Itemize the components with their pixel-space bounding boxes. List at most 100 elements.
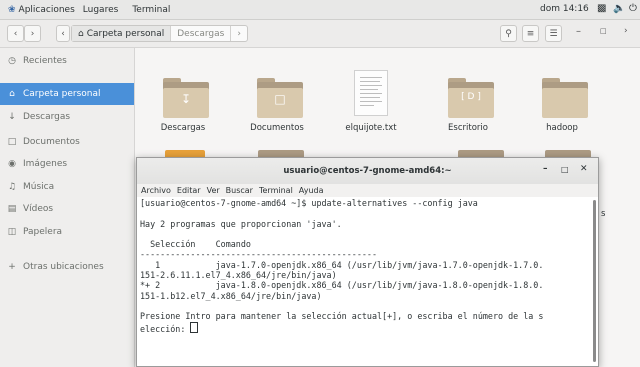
terminal-line: [usuario@centos-7-gnome-amd64 ~]$ update… <box>140 198 478 208</box>
sidebar-item-label: Otras ubicaciones <box>23 262 104 272</box>
places-label: Lugares <box>82 4 119 15</box>
sidebar-item-documentos[interactable]: □ Documentos <box>0 131 134 153</box>
terminal-menubar: Archivo Editar Ver Buscar Terminal Ayuda <box>137 184 598 197</box>
terminal-line: elección: <box>140 323 191 334</box>
hamburger-icon: ☰ <box>549 28 558 39</box>
power-icon[interactable]: ⏻ <box>629 3 637 14</box>
crumb-home-label: Carpeta personal <box>86 28 165 39</box>
terminal-line: *+ 2 java-1.8.0-openjdk.x86_64 (/usr/lib… <box>140 280 544 291</box>
text-file-icon <box>354 70 388 116</box>
sidebar-item-otras-ubicaciones[interactable]: + Otras ubicaciones <box>0 256 134 278</box>
folder-desktop-icon: [ D ] <box>448 78 494 118</box>
file-item-elquijote[interactable]: elquijote.txt <box>331 70 411 158</box>
sidebar-item-label: Descargas <box>23 112 71 122</box>
terminal-window[interactable]: usuario@centos-7-gnome-amd64:~ – □ ✕ Arc… <box>136 157 599 367</box>
folder-documents-icon: □ <box>257 78 303 118</box>
back-button[interactable]: ‹ <box>7 25 24 42</box>
file-item-descargas[interactable]: ↧ Descargas <box>143 78 223 158</box>
clock-icon: ◷ <box>8 56 16 66</box>
menu-ver[interactable]: Ver <box>207 186 220 195</box>
terminal-line: Selección Comando <box>140 239 251 250</box>
applications-label: Aplicaciones <box>18 4 75 15</box>
menu-ayuda[interactable]: Ayuda <box>299 186 324 195</box>
close-button[interactable]: › <box>624 26 628 36</box>
download-icon: ↓ <box>8 112 16 122</box>
menu-terminal[interactable]: Terminal <box>259 186 293 195</box>
file-item-documentos[interactable]: □ Documentos <box>237 78 317 158</box>
list-view-icon: ≡ <box>526 28 535 39</box>
terminal-titlebar[interactable]: usuario@centos-7-gnome-amd64:~ – □ ✕ <box>137 158 598 185</box>
document-icon: □ <box>7 137 17 147</box>
path-right-button[interactable]: › <box>231 26 247 41</box>
terminal-scrollbar[interactable] <box>593 200 596 362</box>
terminal-line: Presione Intro para mantener la selecció… <box>140 311 544 322</box>
menu-archivo[interactable]: Archivo <box>141 186 171 195</box>
folder-download-icon: ↧ <box>163 78 209 118</box>
sidebar-item-label: Carpeta personal <box>23 89 101 99</box>
volume-icon[interactable]: 🔈 <box>613 3 625 14</box>
active-app-label: Terminal <box>132 4 171 15</box>
maximize-button[interactable]: □ <box>600 27 607 35</box>
minimize-button[interactable]: – <box>576 26 581 37</box>
sidebar-item-label: Imágenes <box>23 159 68 169</box>
gnome-foot-icon: ❀ <box>8 4 16 15</box>
file-label: Descargas <box>160 123 206 133</box>
file-label: Escritorio <box>448 123 488 133</box>
trash-icon: ◫ <box>7 227 17 237</box>
camera-icon: ◉ <box>8 159 16 169</box>
sidebar-item-musica[interactable]: ♫ Música <box>0 176 134 198</box>
home-icon: ⌂ <box>78 28 84 39</box>
crumb-current-label: Descargas <box>177 28 225 39</box>
terminal-output[interactable]: [usuario@centos-7-gnome-amd64 ~]$ update… <box>140 198 590 364</box>
applications-menu[interactable]: ❀ Aplicaciones <box>8 5 75 15</box>
chevron-left-icon: ‹ <box>13 28 18 39</box>
breadcrumb: ⌂ Carpeta personal Descargas › <box>71 25 248 42</box>
maximize-button[interactable]: □ <box>561 165 569 174</box>
sidebar-item-label: Papelera <box>23 227 63 237</box>
sidebar-item-imagenes[interactable]: ◉ Imágenes <box>0 153 134 175</box>
sidebar-item-label: Vídeos <box>23 204 54 214</box>
file-item-hadoop[interactable]: hadoop <box>522 78 602 158</box>
partial-label: s <box>601 209 606 219</box>
terminal-line: 151-1.b12.el7_4.x86_64/jre/bin/java) <box>140 290 322 301</box>
file-label: Documentos <box>250 123 304 133</box>
active-app-menu[interactable]: Terminal <box>132 5 170 15</box>
sidebar-item-descargas[interactable]: ↓ Descargas <box>0 106 134 128</box>
minimize-button[interactable]: – <box>543 164 548 174</box>
clock[interactable]: dom 14:16 <box>540 4 589 14</box>
terminal-line: 151-2.6.11.1.el7_4.x86_64/jre/bin/java) <box>140 270 337 281</box>
sidebar-item-recientes[interactable]: ◷ Recientes <box>0 50 134 72</box>
close-button[interactable]: ✕ <box>580 164 588 174</box>
video-icon: ▤ <box>7 204 17 214</box>
terminal-line: Hay 2 programas que proporcionan 'java'. <box>140 218 342 229</box>
file-item-escritorio[interactable]: [ D ] Escritorio <box>428 78 508 158</box>
terminal-prompt-line: elección: <box>140 321 590 334</box>
terminal-title: usuario@centos-7-gnome-amd64:~ <box>283 166 452 176</box>
search-button[interactable]: ⚲ <box>500 25 517 42</box>
crumb-current[interactable]: Descargas <box>171 26 232 41</box>
text-cursor <box>190 321 199 333</box>
file-label: hadoop <box>546 123 578 133</box>
network-icon[interactable]: ▩ <box>597 3 606 14</box>
menu-buscar[interactable]: Buscar <box>226 186 253 195</box>
crumb-home[interactable]: ⌂ Carpeta personal <box>72 26 172 41</box>
home-icon: ⌂ <box>9 89 15 99</box>
chevron-right-icon: › <box>30 28 35 39</box>
menu-button[interactable]: ☰ <box>545 25 562 42</box>
places-menu[interactable]: Lugares <box>83 5 119 15</box>
sidebar-item-videos[interactable]: ▤ Vídeos <box>0 198 134 220</box>
sidebar-item-papelera[interactable]: ◫ Papelera <box>0 221 134 243</box>
path-left-button[interactable]: ‹ <box>56 25 70 42</box>
sidebar-item-label: Recientes <box>23 56 67 66</box>
view-toggle-button[interactable]: ≡ <box>522 25 539 42</box>
forward-button[interactable]: › <box>24 25 41 42</box>
sidebar-item-carpeta-personal[interactable]: ⌂ Carpeta personal <box>0 83 134 105</box>
sidebar-item-label: Documentos <box>23 137 80 147</box>
file-label: elquijote.txt <box>345 123 397 133</box>
top-bar: ❀ Aplicaciones Lugares Terminal dom 14:1… <box>0 0 640 20</box>
sidebar-item-label: Música <box>23 182 55 192</box>
menu-editar[interactable]: Editar <box>177 186 201 195</box>
